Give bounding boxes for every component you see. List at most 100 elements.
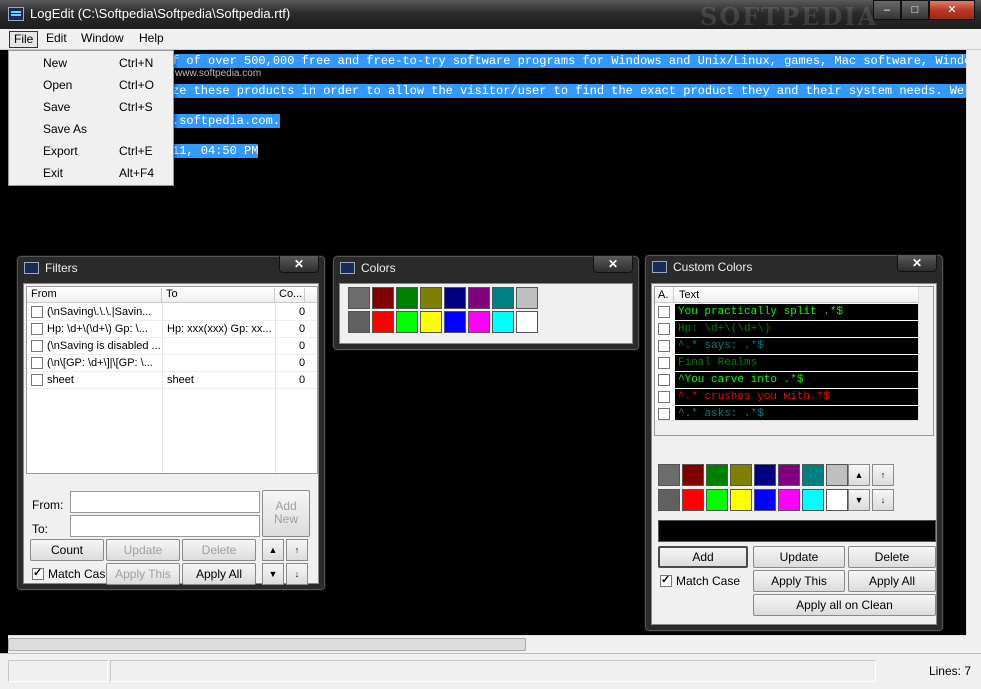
row-checkbox[interactable] (31, 340, 43, 352)
color-swatch[interactable] (802, 464, 824, 486)
color-swatch[interactable] (730, 489, 752, 511)
list-item[interactable]: You practically split .*$ (655, 304, 919, 321)
filters-table[interactable]: From To Co... (\nSaving\.\.\.|Savin... 0… (26, 286, 318, 474)
color-swatch[interactable] (468, 311, 490, 333)
column-from[interactable]: From (27, 288, 162, 303)
editor-horizontal-scrollbar[interactable] (8, 635, 966, 653)
row-checkbox[interactable] (31, 357, 43, 369)
delete-button[interactable]: Delete (182, 539, 256, 561)
filters-header[interactable]: Filters ✕ (17, 256, 325, 280)
menu-file[interactable]: File (9, 31, 39, 48)
color-swatch[interactable] (802, 489, 824, 511)
list-item[interactable]: ^.* crushes you with.*$ (655, 389, 919, 406)
menu-item-open[interactable]: Open Ctrl+O (9, 74, 173, 96)
menu-item-export[interactable]: Export Ctrl+E (9, 140, 173, 162)
color-swatch[interactable] (778, 464, 800, 486)
colors-header[interactable]: Colors ✕ (333, 256, 639, 280)
match-case-checkbox[interactable] (660, 573, 672, 587)
apply-all-button[interactable]: Apply All (848, 570, 936, 592)
color-swatch[interactable] (754, 489, 776, 511)
color-swatch[interactable] (682, 489, 704, 511)
column-to[interactable]: To (162, 288, 275, 303)
color-swatch[interactable] (444, 287, 466, 309)
row-checkbox[interactable] (658, 340, 670, 352)
table-row[interactable]: sheet sheet 0 (27, 372, 317, 389)
color-swatch[interactable] (492, 311, 514, 333)
menu-help[interactable]: Help (135, 31, 168, 48)
row-checkbox[interactable] (31, 374, 43, 386)
list-item[interactable]: Final Realms (655, 355, 919, 372)
row-checkbox[interactable] (658, 323, 670, 335)
row-checkbox[interactable] (658, 306, 670, 318)
color-swatch[interactable] (372, 287, 394, 309)
color-swatch[interactable] (348, 287, 370, 309)
close-button[interactable]: ✕ (929, 0, 975, 20)
move-up-button[interactable]: ▲ (848, 464, 870, 486)
color-swatch[interactable] (492, 287, 514, 309)
custom-colors-vertical-scrollbar[interactable] (918, 287, 933, 435)
move-top-button[interactable]: ↑ (286, 539, 308, 561)
table-row[interactable]: (\n\[GP: \d+\]|\[GP: \... 0 (27, 355, 317, 372)
move-top-button[interactable]: ↑ (872, 464, 894, 486)
menu-window[interactable]: Window (77, 31, 128, 48)
table-row[interactable]: (\nSaving\.\.\.|Savin... 0 (27, 304, 317, 321)
move-bottom-button[interactable]: ↓ (286, 563, 308, 585)
color-swatch[interactable] (444, 311, 466, 333)
color-swatch[interactable] (420, 311, 442, 333)
color-swatch[interactable] (516, 311, 538, 333)
color-swatch[interactable] (348, 311, 370, 333)
row-checkbox[interactable] (658, 374, 670, 386)
color-swatch[interactable] (682, 464, 704, 486)
move-down-button[interactable]: ▼ (848, 489, 870, 511)
match-case-checkbox[interactable] (32, 566, 44, 580)
menu-edit[interactable]: Edit (42, 31, 71, 48)
menu-item-exit[interactable]: Exit Alt+F4 (9, 162, 173, 184)
color-swatch[interactable] (396, 287, 418, 309)
row-checkbox[interactable] (31, 306, 43, 318)
count-button[interactable]: Count (30, 539, 104, 561)
menu-item-new[interactable]: New Ctrl+N (9, 52, 173, 74)
editor-vertical-scrollbar[interactable] (966, 50, 981, 635)
color-swatch[interactable] (706, 464, 728, 486)
filters-close-button[interactable]: ✕ (279, 256, 319, 273)
color-swatch[interactable] (826, 464, 848, 486)
table-row[interactable]: (\nSaving is disabled ... 0 (27, 338, 317, 355)
color-swatch[interactable] (730, 464, 752, 486)
color-swatch[interactable] (516, 287, 538, 309)
row-checkbox[interactable] (31, 323, 43, 335)
color-swatch[interactable] (372, 311, 394, 333)
color-swatch[interactable] (778, 489, 800, 511)
move-up-button[interactable]: ▲ (262, 539, 284, 561)
color-swatch[interactable] (658, 464, 680, 486)
table-row[interactable]: Hp: \d+\(\d+\) Gp: \... Hp: xxx(xxx) Gp:… (27, 321, 317, 338)
color-swatch[interactable] (420, 287, 442, 309)
colors-close-button[interactable]: ✕ (593, 256, 633, 273)
custom-colors-close-button[interactable]: ✕ (897, 255, 937, 272)
update-button[interactable]: Update (753, 546, 845, 568)
row-checkbox[interactable] (658, 391, 670, 403)
to-input[interactable] (70, 515, 260, 537)
color-swatch[interactable] (706, 489, 728, 511)
menu-item-save[interactable]: Save Ctrl+S (9, 96, 173, 118)
move-bottom-button[interactable]: ↓ (872, 489, 894, 511)
apply-all-on-clean-button[interactable]: Apply all on Clean (753, 594, 936, 616)
list-item[interactable]: ^.* says: .*$ (655, 338, 919, 355)
column-text[interactable]: Text (679, 289, 699, 301)
row-checkbox[interactable] (658, 408, 670, 420)
move-down-button[interactable]: ▼ (262, 563, 284, 585)
add-new-button[interactable]: Add New (262, 490, 310, 537)
apply-all-button[interactable]: Apply All (182, 563, 256, 585)
scrollbar-thumb[interactable] (8, 638, 526, 651)
column-active[interactable]: A. (658, 289, 668, 301)
custom-colors-list[interactable]: A. Text You practically split .*$ Hp: \d+… (654, 286, 934, 436)
update-button[interactable]: Update (106, 539, 180, 561)
minimize-button[interactable]: – (873, 0, 901, 20)
color-swatch[interactable] (754, 464, 776, 486)
custom-colors-header[interactable]: Custom Colors ✕ (645, 255, 943, 279)
color-swatch[interactable] (468, 287, 490, 309)
menu-item-save-as[interactable]: Save As (9, 118, 173, 140)
apply-this-button[interactable]: Apply This (106, 563, 180, 585)
column-count[interactable]: Co... (275, 288, 305, 303)
maximize-button[interactable]: □ (901, 0, 929, 20)
apply-this-button[interactable]: Apply This (753, 570, 845, 592)
